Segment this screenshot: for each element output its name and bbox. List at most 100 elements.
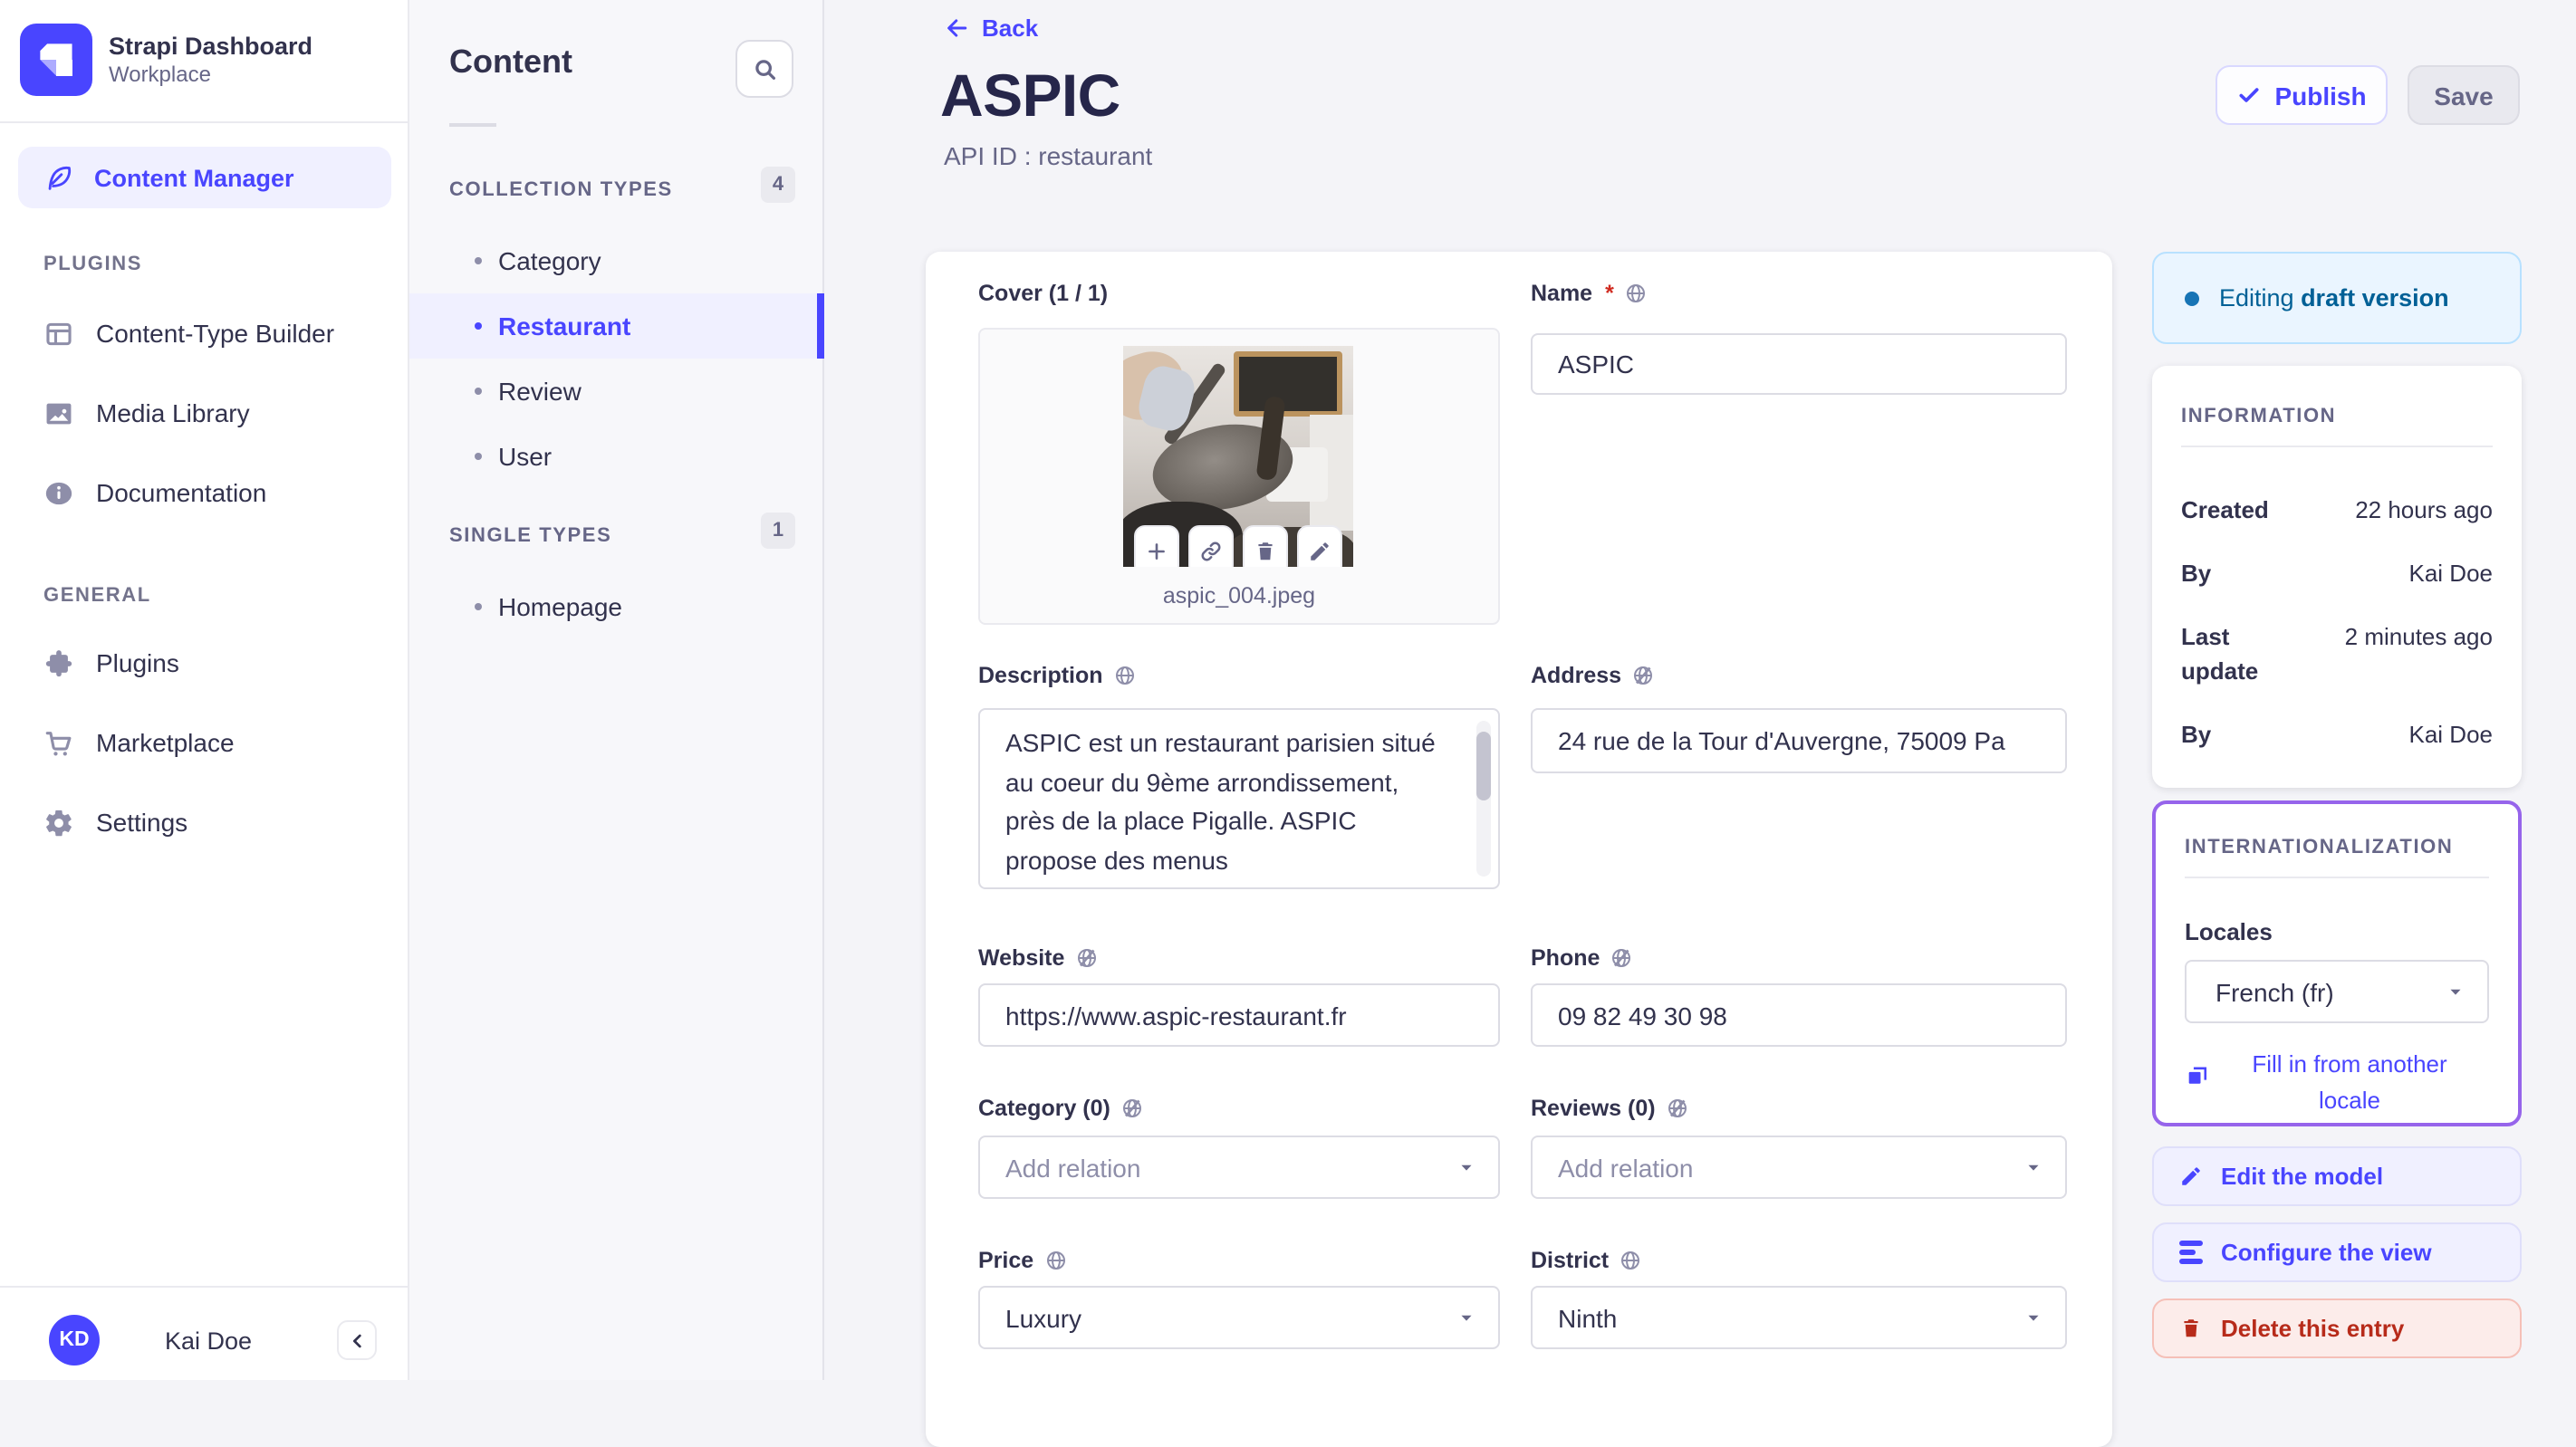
- address-field-label: Address: [1531, 663, 1654, 688]
- category-field-label: Category (0): [978, 1096, 1143, 1121]
- status-dot-icon: [2185, 291, 2199, 305]
- count-badge: 1: [761, 513, 795, 549]
- description-field-label: Description: [978, 663, 1136, 688]
- district-field-label: District: [1531, 1248, 1641, 1273]
- cover-media-field: aspic_004.jpeg: [978, 328, 1500, 625]
- entry-form-card: Cover (1 / 1) aspic_004.jpeg Name * ASPIC: [926, 252, 2112, 1447]
- edit-media-button[interactable]: [1297, 525, 1342, 567]
- subnav-item-homepage[interactable]: Homepage: [409, 574, 824, 639]
- divider: [2181, 446, 2493, 447]
- globe-icon: [1620, 1250, 1641, 1271]
- subnav-title: Content: [449, 43, 572, 80]
- sidebar-item-marketplace[interactable]: Marketplace: [0, 710, 409, 775]
- search-button[interactable]: [735, 40, 793, 98]
- reviews-relation-select[interactable]: Add relation: [1531, 1136, 2067, 1199]
- subnav-item-restaurant[interactable]: Restaurant: [409, 293, 824, 359]
- address-input[interactable]: 24 rue de la Tour d'Auvergne, 75009 Pa: [1531, 708, 2067, 773]
- brand-title: Strapi Dashboard: [109, 33, 313, 60]
- bullet-icon: [475, 453, 482, 460]
- globe-strikethrough-icon: [1632, 665, 1654, 686]
- fill-from-locale-link[interactable]: Fill in from another locale: [2185, 1047, 2489, 1119]
- caret-down-icon: [2446, 982, 2465, 1001]
- website-input[interactable]: https://www.aspic-restaurant.fr: [978, 983, 1500, 1047]
- sidebar-item-settings[interactable]: Settings: [0, 790, 409, 855]
- sidebar-item-label: Marketplace: [96, 728, 235, 757]
- sidebar-item-label: Content-Type Builder: [96, 319, 335, 348]
- info-row-last-update: Last update 2 minutes ago: [2181, 623, 2493, 685]
- globe-strikethrough-icon: [1075, 947, 1097, 969]
- collapse-sidebar-button[interactable]: [337, 1320, 377, 1360]
- globe-strikethrough-icon: [1610, 947, 1632, 969]
- user-name: Kai Doe: [164, 1327, 253, 1355]
- trash-icon: [2179, 1317, 2203, 1340]
- sidebar-item-label: Media Library: [96, 398, 250, 427]
- sidebar-item-plugins[interactable]: Plugins: [0, 630, 409, 695]
- copy-link-button[interactable]: [1188, 525, 1234, 567]
- api-id-subtitle: API ID : restaurant: [944, 141, 1153, 170]
- save-button[interactable]: Save: [2408, 65, 2520, 125]
- phone-input[interactable]: 09 82 49 30 98: [1531, 983, 2067, 1047]
- internationalization-title: INTERNATIONALIZATION: [2185, 837, 2454, 858]
- globe-icon: [1625, 283, 1647, 304]
- subnav-item-review[interactable]: Review: [409, 359, 824, 424]
- category-relation-select[interactable]: Add relation: [978, 1136, 1500, 1199]
- bullet-icon: [475, 322, 482, 330]
- locales-label: Locales: [2185, 918, 2273, 945]
- trash-icon: [1254, 539, 1277, 562]
- sidebar-item-documentation[interactable]: Documentation: [0, 460, 409, 525]
- delete-entry-button[interactable]: Delete this entry: [2152, 1298, 2522, 1358]
- delete-media-button[interactable]: [1243, 525, 1288, 567]
- media-icon: [43, 398, 74, 428]
- sidebar-item-label: Content Manager: [94, 164, 294, 191]
- globe-strikethrough-icon: [1121, 1097, 1143, 1119]
- caret-down-icon: [1456, 1157, 1476, 1177]
- caret-down-icon: [2023, 1157, 2043, 1177]
- subnav-item-user[interactable]: User: [409, 424, 824, 489]
- divider: [0, 121, 409, 123]
- add-media-button[interactable]: [1134, 525, 1179, 567]
- sidebar-item-label: Documentation: [96, 478, 267, 507]
- district-select[interactable]: Ninth: [1531, 1286, 2067, 1349]
- pencil-icon: [2179, 1164, 2203, 1188]
- bullet-icon: [475, 257, 482, 264]
- phone-field-label: Phone: [1531, 945, 1632, 971]
- scrollbar-thumb[interactable]: [1476, 732, 1491, 800]
- list-bars-icon: [2179, 1241, 2203, 1264]
- count-badge: 4: [761, 167, 795, 203]
- bullet-icon: [475, 388, 482, 395]
- arrow-left-icon: [944, 14, 971, 42]
- locale-select[interactable]: French (fr): [2185, 960, 2489, 1023]
- pencil-icon: [1308, 539, 1331, 562]
- publish-button[interactable]: Publish: [2216, 65, 2388, 125]
- brand: Strapi Dashboard Workplace: [20, 24, 312, 96]
- nav-section-plugins: PLUGINS: [43, 254, 142, 275]
- globe-strikethrough-icon: [1667, 1097, 1688, 1119]
- puzzle-icon: [43, 647, 74, 678]
- feather-icon: [43, 162, 74, 193]
- check-icon: [2236, 83, 2260, 107]
- copy-icon: [2185, 1063, 2210, 1088]
- layout-icon: [43, 318, 74, 349]
- cover-actions: [1123, 525, 1353, 567]
- bullet-icon: [475, 603, 482, 610]
- description-textarea[interactable]: ASPIC est un restaurant parisien situé a…: [978, 708, 1500, 889]
- information-title: INFORMATION: [2181, 406, 2337, 427]
- info-row-created-by: By Kai Doe: [2181, 560, 2493, 587]
- link-icon: [1199, 539, 1223, 562]
- price-select[interactable]: Luxury: [978, 1286, 1500, 1349]
- cover-filename: aspic_004.jpeg: [1162, 583, 1316, 609]
- sidebar-item-media-library[interactable]: Media Library: [0, 380, 409, 446]
- name-input[interactable]: ASPIC: [1531, 333, 2067, 395]
- main-nav: Strapi Dashboard Workplace Content Manag…: [0, 0, 409, 1380]
- configure-view-button[interactable]: Configure the view: [2152, 1222, 2522, 1282]
- sidebar-item-content-manager[interactable]: Content Manager: [18, 147, 391, 208]
- sidebar-item-content-type-builder[interactable]: Content-Type Builder: [0, 301, 409, 366]
- sidebar-item-label: Plugins: [96, 648, 179, 677]
- cart-icon: [43, 727, 74, 758]
- nav-section-general: GENERAL: [43, 585, 151, 607]
- subnav-item-category[interactable]: Category: [409, 228, 824, 293]
- name-field-label: Name *: [1531, 281, 1647, 306]
- edit-model-button[interactable]: Edit the model: [2152, 1146, 2522, 1206]
- back-link[interactable]: Back: [944, 14, 1038, 42]
- group-header-collection-types: COLLECTION TYPES: [449, 179, 673, 201]
